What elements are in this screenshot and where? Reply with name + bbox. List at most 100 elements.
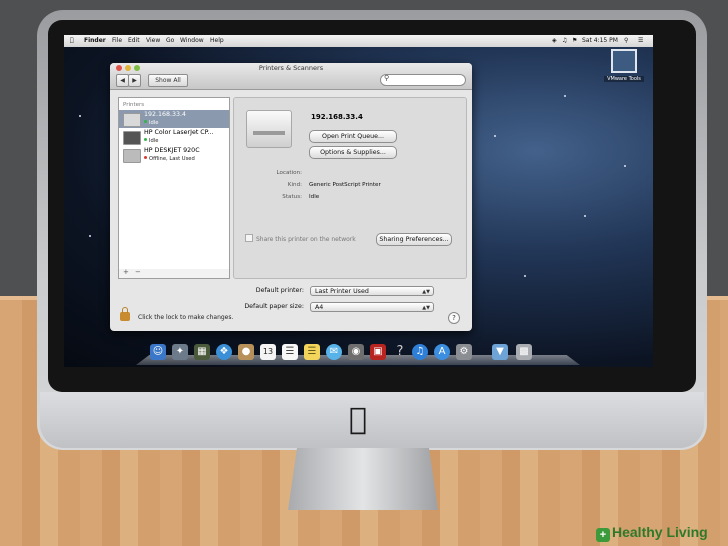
vmware-tools-icon[interactable]: VMware Tools: [604, 49, 644, 93]
help-button[interactable]: ?: [448, 312, 460, 324]
notification-icon[interactable]: ☰: [638, 37, 643, 44]
menu-bar:  Finder File Edit View Go Window Help ◈…: [64, 35, 653, 47]
printer-tray: [253, 131, 285, 135]
menu-edit[interactable]: Edit: [128, 37, 140, 44]
imac-stand: [288, 448, 438, 510]
printer-status-text: Offline, Last Used: [149, 156, 195, 162]
stepper-arrows-icon: ▲▼: [422, 305, 430, 311]
status-dot-icon: [144, 156, 147, 159]
status-label: Status:: [282, 194, 302, 200]
vmware-disk-icon: [611, 49, 637, 73]
star: [494, 135, 496, 137]
location-label: Location:: [276, 170, 302, 176]
sharing-preferences-button[interactable]: Sharing Preferences...: [376, 233, 452, 246]
star: [564, 95, 566, 97]
watermark-text: Healthy Living: [612, 524, 708, 540]
star: [79, 115, 81, 117]
printer-row-3[interactable]: HP DESKJET 920C Offline, Last Used: [119, 146, 229, 164]
printer-status: Idle: [144, 120, 158, 126]
healthy-living-logo-icon: +: [596, 528, 610, 542]
window-title: Printers & Scanners: [258, 64, 324, 72]
volume-icon[interactable]: ♫: [562, 37, 567, 44]
watermark-logo: + Healthy Living: [596, 524, 724, 544]
app-store-icon[interactable]: A: [434, 344, 450, 360]
downloads-icon[interactable]: ▼: [492, 344, 508, 360]
default-printer-value: Last Printer Used: [315, 288, 369, 295]
status-value: Idle: [309, 194, 320, 200]
help-viewer-icon[interactable]: ?: [392, 344, 408, 360]
vmware-tools-label: VMware Tools: [604, 76, 644, 82]
lock-icon[interactable]: [120, 307, 130, 321]
printers-list-header: Printers: [123, 102, 145, 108]
printer-name: HP DESKJET 920C: [144, 147, 200, 154]
menu-help[interactable]: Help: [210, 37, 224, 44]
reminders-icon[interactable]: ☰: [282, 344, 298, 360]
printer-status-text: Idle: [149, 138, 159, 144]
printer-status-text: Idle: [149, 120, 159, 126]
menu-finder[interactable]: Finder: [84, 37, 106, 44]
menu-window[interactable]: Window: [180, 37, 204, 44]
window-titlebar[interactable]: Printers & Scanners ◀ ▶ Show All ⚲: [110, 63, 472, 90]
printer-row-2[interactable]: HP Color LaserJet CP... Idle: [119, 128, 229, 146]
star: [624, 165, 626, 167]
desktop-screen:  Finder File Edit View Go Window Help ◈…: [64, 35, 653, 367]
apple-logo-icon: : [345, 404, 371, 436]
printers-scanners-window: Printers & Scanners ◀ ▶ Show All ⚲ Print…: [110, 63, 472, 331]
menu-go[interactable]: Go: [166, 37, 174, 44]
photo-booth-icon[interactable]: ▣: [370, 344, 386, 360]
messages-icon[interactable]: ✉: [326, 344, 342, 360]
show-all-button[interactable]: Show All: [148, 74, 188, 87]
default-paper-value: A4: [315, 304, 324, 311]
default-paper-select[interactable]: A4 ▲▼: [310, 302, 434, 312]
safari-icon[interactable]: ❖: [216, 344, 232, 360]
default-printer-label: Default printer:: [255, 287, 304, 294]
options-supplies-button[interactable]: Options & Supplies...: [309, 146, 397, 159]
add-printer-button[interactable]: +: [123, 268, 129, 276]
forward-button[interactable]: ▶: [128, 74, 141, 87]
imac-chin: [40, 392, 704, 448]
itunes-icon[interactable]: ♫: [412, 344, 428, 360]
wifi-icon[interactable]: ◈: [552, 37, 557, 44]
calendar-icon[interactable]: 13: [260, 344, 276, 360]
printer-name: HP Color LaserJet CP...: [144, 129, 214, 136]
status-dot-icon: [144, 138, 147, 141]
search-input[interactable]: ⚲: [380, 74, 466, 86]
printer-row-1[interactable]: 192.168.33.4 Idle: [119, 110, 229, 128]
mission-control-icon[interactable]: ▦: [194, 344, 210, 360]
dock: ☺ ✦ ▦ ❖ ● 13 ☰ ☰ ✉ ◉ ▣ ? ♫ A ⚙ ▼ ▩: [136, 341, 580, 367]
printer-status: Idle: [144, 138, 158, 144]
star: [584, 215, 586, 217]
list-controls: + −: [118, 268, 230, 279]
finder-icon[interactable]: ☺: [150, 344, 166, 360]
star: [89, 235, 91, 237]
contacts-icon[interactable]: ●: [238, 344, 254, 360]
default-paper-label: Default paper size:: [244, 303, 304, 310]
launchpad-icon[interactable]: ✦: [172, 344, 188, 360]
printers-list[interactable]: Printers 192.168.33.4 Idle HP Color Lase…: [118, 97, 230, 271]
status-dot-icon: [144, 120, 147, 123]
trash-icon[interactable]: ▩: [516, 344, 532, 360]
checkbox-icon: [245, 234, 253, 242]
notes-icon[interactable]: ☰: [304, 344, 320, 360]
spotlight-icon[interactable]: ⚲: [624, 37, 628, 44]
share-printer-checkbox[interactable]: Share this printer on the network: [245, 234, 356, 243]
menu-clock[interactable]: Sat 4:15 PM: [582, 37, 618, 44]
default-printer-select[interactable]: Last Printer Used ▲▼: [310, 286, 434, 296]
system-preferences-icon[interactable]: ⚙: [456, 344, 472, 360]
open-print-queue-button[interactable]: Open Print Queue...: [309, 130, 397, 143]
apple-menu-icon[interactable]: : [70, 37, 74, 44]
printer-icon: [123, 131, 141, 145]
detail-printer-name: 192.168.33.4: [311, 113, 363, 121]
star: [524, 275, 526, 277]
menu-view[interactable]: View: [146, 37, 160, 44]
menu-file[interactable]: File: [112, 37, 122, 44]
search-icon: ⚲: [384, 74, 390, 82]
flag-icon[interactable]: ⚑: [572, 37, 577, 44]
kind-value: Generic PostScript Printer: [309, 182, 381, 188]
remove-printer-button[interactable]: −: [135, 268, 141, 276]
printer-detail-panel: 192.168.33.4 Open Print Queue... Options…: [233, 97, 467, 279]
printer-icon: [123, 113, 141, 127]
printer-status: Offline, Last Used: [144, 156, 195, 162]
stepper-arrows-icon: ▲▼: [422, 289, 430, 295]
facetime-icon[interactable]: ◉: [348, 344, 364, 360]
